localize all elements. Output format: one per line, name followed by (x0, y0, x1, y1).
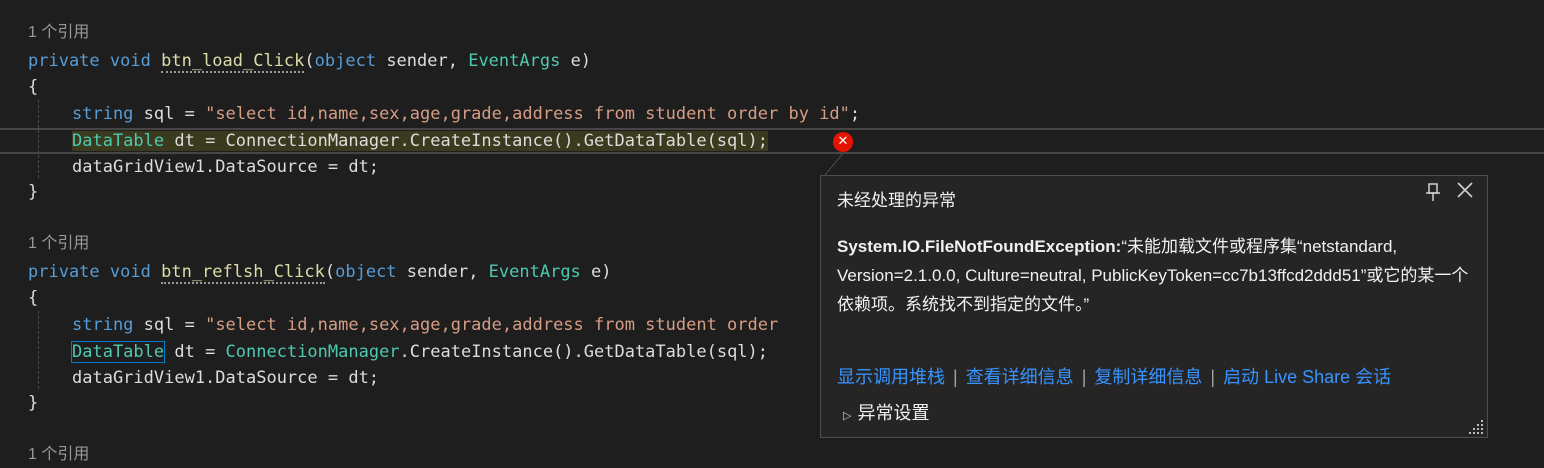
brace-close: } (28, 182, 39, 202)
code-line-datasource: dataGridView1.DataSource = dt; (72, 368, 380, 388)
show-call-stack-link[interactable]: 显示调用堆栈 (837, 367, 945, 387)
exception-settings-label: 异常设置 (857, 403, 930, 423)
codelens-references[interactable]: 1 个引用 (28, 20, 89, 46)
popup-title: 未经处理的异常 (837, 191, 956, 210)
punctuation: ; (849, 104, 861, 124)
code-line-sql: string sql = "select id,name,sex,age,gra… (72, 101, 860, 127)
keyword: object (314, 51, 377, 71)
indent-guide (38, 311, 39, 389)
codelens-references[interactable]: 1 个引用 (28, 231, 89, 257)
brace-open: { (28, 77, 39, 97)
keyword: void (109, 51, 151, 71)
code-line-datasource: dataGridView1.DataSource = dt; (72, 157, 380, 177)
code-line-gettable: DataTable dt = ConnectionManager.CreateI… (70, 339, 769, 365)
expand-triangle-icon: ▷ (843, 409, 852, 422)
keyword: private (28, 51, 100, 71)
exception-message: System.IO.FileNotFoundException:“未能加载文件或… (837, 232, 1477, 319)
error-icon[interactable]: ✕ (833, 132, 853, 152)
link-separator: | (1210, 367, 1216, 387)
keyword: string (72, 104, 134, 124)
codelens-references[interactable]: 1 个引用 (28, 442, 89, 468)
type-name: EventArgs (468, 51, 561, 71)
copy-details-link[interactable]: 复制详细信息 (1094, 367, 1202, 387)
keyword: void (109, 262, 151, 282)
method-name[interactable]: btn_load_Click (161, 51, 305, 73)
keyword: private (28, 262, 100, 282)
action-links: 显示调用堆栈 | 查看详细信息 | 复制详细信息 | 启动 Live Share 会话 (837, 363, 1391, 389)
type-name: EventArgs (488, 262, 581, 282)
method-signature-refresh: private void btn_reflsh_Click(object sen… (28, 259, 612, 285)
type-name: DataTable (70, 341, 166, 363)
close-icon[interactable] (1455, 180, 1475, 206)
variable: dt = (164, 342, 226, 362)
punctuation: ( (324, 262, 336, 282)
pin-icon-svg (1426, 183, 1440, 201)
close-icon-svg (1457, 182, 1473, 198)
indent-guide (38, 100, 39, 178)
parameter: sender, (396, 262, 489, 282)
code-statement: dt = ConnectionManager.CreateInstance().… (164, 131, 768, 151)
punctuation: ( (304, 51, 315, 71)
view-details-link[interactable]: 查看详细信息 (966, 367, 1074, 387)
exception-popup: 未经处理的异常 System.IO.FileNotFoundException:… (820, 175, 1488, 438)
code-line-exception: DataTable dt = ConnectionManager.CreateI… (72, 128, 768, 154)
variable: sql = (133, 315, 206, 335)
class-name: ConnectionManager (225, 342, 400, 362)
code-line-sql: string sql = "select id,name,sex,age,gra… (72, 312, 778, 338)
brace-close: } (28, 393, 39, 413)
parameter: e) (560, 51, 592, 71)
string-literal: "select id,name,sex,age,grade,address fr… (205, 315, 779, 335)
pin-icon[interactable] (1425, 182, 1441, 207)
keyword: object (335, 262, 397, 282)
type-name: DataTable (72, 131, 165, 151)
exception-type: System.IO.FileNotFoundException: (837, 237, 1122, 256)
brace-open: { (28, 288, 39, 308)
keyword: string (72, 315, 134, 335)
link-separator: | (1081, 367, 1087, 387)
method-signature-load: private void btn_load_Click(object sende… (28, 48, 591, 74)
link-separator: | (953, 367, 958, 387)
code-statement: .CreateInstance().GetDataTable(sql); (399, 342, 769, 362)
exception-settings-toggle[interactable]: ▷ 异常设置 (843, 399, 929, 425)
variable: sql = (133, 104, 206, 124)
string-literal: "select id,name,sex,age,grade,address fr… (205, 104, 850, 124)
start-live-share-link[interactable]: 启动 Live Share 会话 (1223, 367, 1391, 387)
resize-grip-icon[interactable] (1467, 420, 1483, 434)
parameter: sender, (376, 51, 469, 71)
method-name[interactable]: btn_reflsh_Click (161, 262, 325, 284)
parameter: e) (580, 262, 612, 282)
